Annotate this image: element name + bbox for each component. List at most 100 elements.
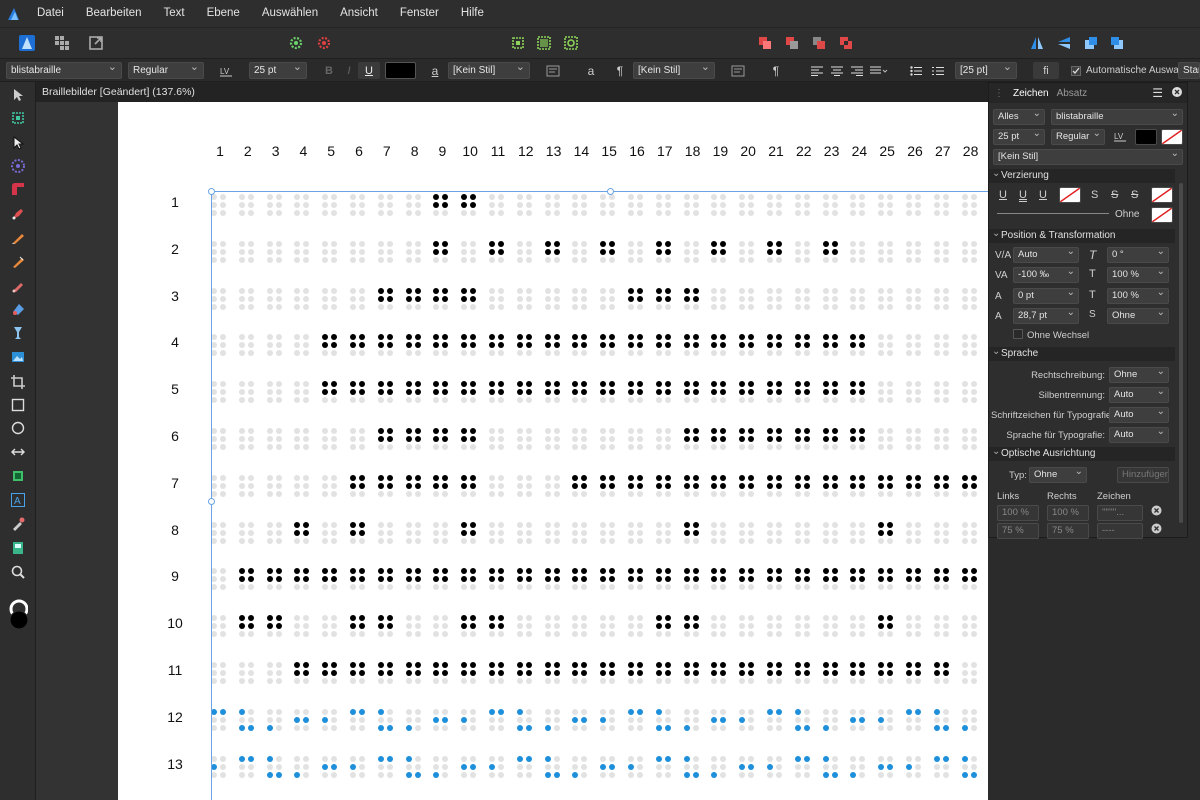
decoration-fill-swatch[interactable] <box>1151 207 1173 223</box>
bold-button[interactable]: B <box>318 62 340 79</box>
filter-select[interactable]: Alles <box>993 109 1045 125</box>
leading-field[interactable]: [25 pt] <box>955 62 1017 79</box>
text-frame-selection[interactable] <box>208 188 988 800</box>
boolean-xor-icon[interactable] <box>835 32 857 54</box>
section-optische-ausrichtung[interactable]: Optische Ausrichtung <box>989 445 1175 461</box>
node-tool-icon[interactable] <box>8 133 28 153</box>
move-tool-icon[interactable] <box>8 85 28 105</box>
panel-style-select[interactable]: Regular <box>1051 129 1105 145</box>
strikethrough-double-button[interactable]: S <box>1111 189 1118 201</box>
horizontal-scale-field[interactable]: 100 % <box>1107 267 1169 283</box>
ligatures-button[interactable]: fi <box>1033 62 1059 79</box>
strike-color-swatch[interactable] <box>1151 187 1173 203</box>
pen-tool-icon[interactable] <box>8 204 28 224</box>
publisher-persona-icon[interactable] <box>16 32 38 54</box>
rotate-right-icon[interactable] <box>1106 32 1128 54</box>
row1-rechts-field[interactable]: 100 % <box>1047 505 1089 521</box>
auto-select-value[interactable]: Stand <box>1178 62 1200 79</box>
flip-vertical-icon[interactable] <box>1053 32 1075 54</box>
artistic-text-tool-icon[interactable] <box>8 466 28 486</box>
justify-dropdown-icon[interactable] <box>868 62 890 79</box>
corner-tool-icon[interactable] <box>8 179 28 199</box>
character-style-select[interactable]: [Kein Stil] <box>448 62 530 79</box>
silbentrennung-select[interactable]: Auto <box>1109 387 1169 403</box>
font-family-select[interactable]: blistabraille <box>6 62 122 79</box>
numbered-list-icon[interactable] <box>927 62 949 79</box>
panel-grip-icon[interactable]: ⋮ <box>989 88 1009 99</box>
rechtschreibung-select[interactable]: Ohne <box>1109 367 1169 383</box>
snap-frame-icon[interactable] <box>533 32 555 54</box>
canvas[interactable]: 1 2 3 4 5 6 7 8 9 10 11 12 13 14 15 16 17 18 19 20 21 22 23 24 2… <box>36 102 988 800</box>
menu-ebene[interactable]: Ebene <box>196 0 251 27</box>
color-picker-tool-icon[interactable] <box>8 514 28 534</box>
align-right-icon[interactable] <box>846 62 868 79</box>
menu-text[interactable]: Text <box>152 0 195 27</box>
panel-character-style-select[interactable]: [Kein Stil] <box>993 149 1183 165</box>
menu-fenster[interactable]: Fenster <box>389 0 450 27</box>
grid-persona-icon[interactable] <box>51 32 73 54</box>
panel-font-select[interactable]: blistabraille <box>1051 109 1183 125</box>
zoom-tool-icon[interactable] <box>8 562 28 582</box>
row1-zeichen-field[interactable]: '"'''''... <box>1097 505 1143 521</box>
panel-close-icon[interactable] <box>1167 86 1187 100</box>
text-color-swatch[interactable] <box>385 62 416 79</box>
align-left-icon[interactable] <box>806 62 828 79</box>
underline-color-swatch[interactable] <box>1059 187 1081 203</box>
character-style-edit-icon[interactable] <box>542 62 564 79</box>
selection-handle[interactable] <box>208 188 215 195</box>
snap-icon[interactable] <box>507 32 529 54</box>
panel-menu-icon[interactable]: ☰ <box>1148 86 1167 100</box>
section-verzierung[interactable]: Verzierung <box>989 167 1175 183</box>
baseline-field[interactable]: 0 pt <box>1013 288 1079 304</box>
row2-remove-icon[interactable] <box>1151 523 1162 537</box>
preflight-gear-icon[interactable] <box>313 32 335 54</box>
picture-frame-tool-icon[interactable] <box>8 347 28 367</box>
schriftzeichen-select[interactable]: Auto <box>1109 407 1169 423</box>
align-center-icon[interactable] <box>826 62 848 79</box>
row2-rechts-field[interactable]: 75 % <box>1047 523 1089 539</box>
settings-gear-icon[interactable] <box>285 32 307 54</box>
menu-bearbeiten[interactable]: Bearbeiten <box>75 0 153 27</box>
export-persona-icon[interactable] <box>85 32 107 54</box>
strikethrough-single-button[interactable]: S <box>1091 189 1098 201</box>
italic-angle-field[interactable]: 0 ° <box>1107 247 1169 263</box>
row2-zeichen-field[interactable]: ---- <box>1097 523 1143 539</box>
row1-links-field[interactable]: 100 % <box>997 505 1039 521</box>
typ-select[interactable]: Ohne <box>1029 467 1087 483</box>
bullet-list-icon[interactable] <box>905 62 927 79</box>
document-tab[interactable]: Braillebilder [Geändert] (137.6%) <box>36 82 988 102</box>
menu-datei[interactable]: Datei <box>26 0 75 27</box>
underline-custom-button[interactable]: U <box>1039 189 1047 201</box>
sprache-typografie-select[interactable]: Auto <box>1109 427 1169 443</box>
panel-size-select[interactable]: 25 pt <box>993 129 1045 145</box>
row2-links-field[interactable]: 75 % <box>997 523 1039 539</box>
fill-stroke-swatch[interactable] <box>8 598 28 632</box>
frame-select-tool-icon[interactable] <box>8 108 28 128</box>
selection-handle[interactable] <box>607 188 614 195</box>
boolean-subtract-icon[interactable] <box>781 32 803 54</box>
underline-double-button[interactable]: U <box>1019 189 1027 201</box>
section-sprache[interactable]: Sprache <box>989 345 1175 361</box>
tracking-field[interactable]: -100 ‰ <box>1013 267 1079 283</box>
frame-text-tool-icon[interactable]: A <box>8 490 28 510</box>
crop-tool-icon[interactable] <box>8 372 28 392</box>
panel-highlight-none-swatch[interactable] <box>1161 129 1183 145</box>
auto-select-checkbox[interactable] <box>1070 62 1082 79</box>
rotate-left-icon[interactable] <box>1080 32 1102 54</box>
boolean-add-icon[interactable] <box>754 32 776 54</box>
vertical-scale-field[interactable]: 100 % <box>1107 288 1169 304</box>
section-position-transformation[interactable]: Position & Transformation <box>989 227 1175 243</box>
underline-single-button[interactable]: U <box>999 189 1007 201</box>
tab-zeichen[interactable]: Zeichen <box>1009 88 1053 99</box>
flip-horizontal-icon[interactable] <box>1026 32 1048 54</box>
pencil-tool-icon[interactable] <box>8 228 28 248</box>
place-image-tool-icon[interactable] <box>8 538 28 558</box>
row1-remove-icon[interactable] <box>1151 505 1162 519</box>
kerning-field[interactable]: Auto <box>1013 247 1079 263</box>
link-tool-icon[interactable] <box>8 442 28 462</box>
menu-auswaehlen[interactable]: Auswählen <box>251 0 329 27</box>
hinzufuegen-button[interactable]: Hinzufügen <box>1117 467 1169 483</box>
leading-field-panel[interactable]: 28,7 pt <box>1013 308 1079 324</box>
tab-absatz[interactable]: Absatz <box>1053 88 1092 99</box>
menu-hilfe[interactable]: Hilfe <box>450 0 495 27</box>
